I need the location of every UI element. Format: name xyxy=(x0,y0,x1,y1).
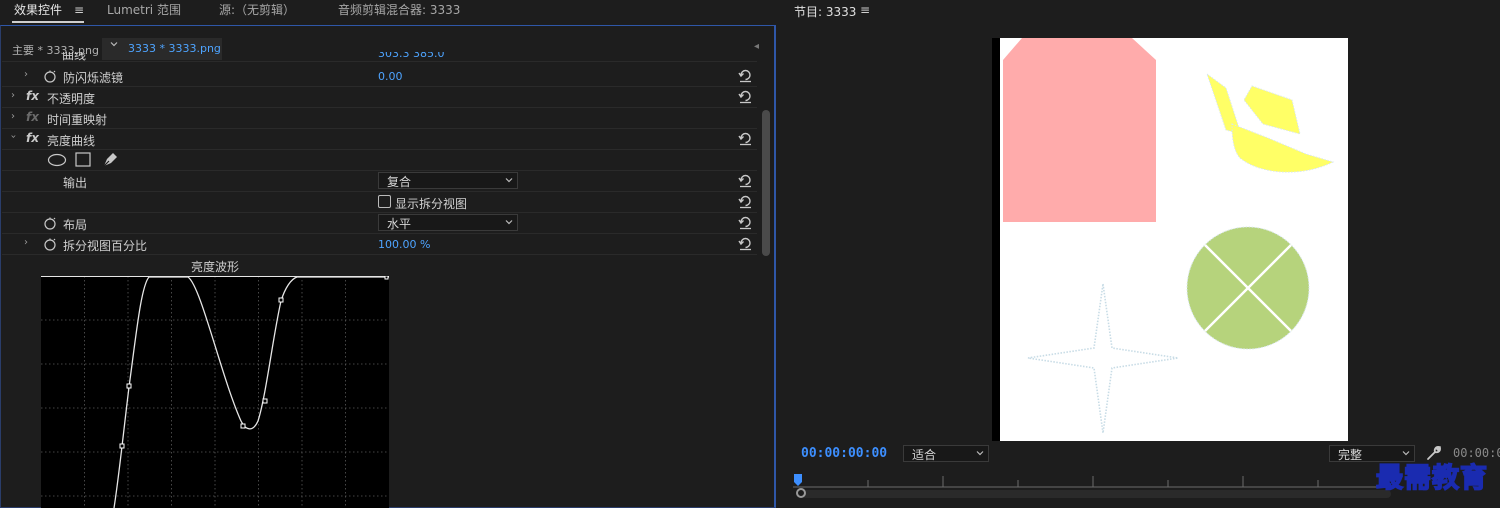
checkbox-label: 显示拆分视图 xyxy=(395,197,468,211)
yellow-leaf-shape xyxy=(1206,72,1335,173)
graph-grid xyxy=(41,276,389,508)
stopwatch-icon[interactable] xyxy=(43,69,57,83)
curve-point[interactable] xyxy=(119,443,125,449)
reset-icon[interactable] xyxy=(738,194,753,209)
layout-dropdown[interactable]: 水平 xyxy=(378,214,518,231)
expand-arrow-icon[interactable]: › xyxy=(24,69,28,80)
chevron-down-icon xyxy=(505,178,513,183)
curve-graph[interactable] xyxy=(41,275,389,508)
effect-row-luma-curve: › fx 亮度曲线 xyxy=(2,129,757,150)
curve-point[interactable] xyxy=(262,398,268,404)
luma-waveform-graph[interactable] xyxy=(41,275,389,508)
expand-arrow-icon[interactable]: › xyxy=(11,90,15,101)
program-video-frame[interactable] xyxy=(992,38,1348,441)
property-label: 布局 xyxy=(63,218,88,232)
reset-icon[interactable] xyxy=(738,68,753,83)
output-dropdown[interactable]: 复合 xyxy=(378,172,518,189)
fx-badge-icon: fx xyxy=(26,110,39,124)
pink-shape xyxy=(1003,38,1156,222)
luma-curve-line[interactable] xyxy=(113,276,389,508)
effect-label: 亮度曲线 xyxy=(47,134,96,148)
active-tab-underline xyxy=(12,21,84,23)
chevron-down-icon xyxy=(505,220,513,225)
output-value: 复合 xyxy=(387,175,412,189)
chevron-down-icon xyxy=(110,40,118,51)
green-circle-shape xyxy=(1186,226,1310,350)
program-monitor-title[interactable]: 节目: 3333 xyxy=(794,3,856,20)
program-monitor-panel: 节目: 3333 ≡ 00:00:00:00 适合 完整 00:00:0 最需教… xyxy=(778,0,1500,508)
panel-menu-icon[interactable]: ≡ xyxy=(860,3,870,17)
fx-badge-icon[interactable]: fx xyxy=(26,131,39,145)
property-label: 防闪烁滤镜 xyxy=(63,71,124,85)
zoom-level-dropdown[interactable]: 适合 xyxy=(903,445,989,462)
scrub-handle[interactable] xyxy=(796,488,806,498)
time-ruler[interactable] xyxy=(793,470,1393,488)
effect-controls-panel: 效果控件 ≡ Lumetri 范围 源:（无剪辑） 音频剪辑混合器: 3333 … xyxy=(0,0,776,508)
reset-icon[interactable] xyxy=(738,131,753,146)
collapse-arrow-icon[interactable]: › xyxy=(8,135,19,139)
effect-row-opacity: › fx 不透明度 xyxy=(2,87,757,108)
reset-icon[interactable] xyxy=(738,173,753,188)
scrub-bar[interactable] xyxy=(801,490,1391,498)
reset-icon[interactable] xyxy=(738,89,753,104)
split-view-checkbox[interactable] xyxy=(378,195,391,208)
layout-value: 水平 xyxy=(387,217,412,231)
playhead-icon[interactable] xyxy=(793,474,803,486)
flicker-value[interactable]: 0.00 xyxy=(378,70,403,83)
split-percent-value[interactable]: 100.00 % xyxy=(378,238,430,251)
property-row-layout: 布局 水平 xyxy=(2,213,757,234)
panel-menu-icon[interactable]: ≡ xyxy=(74,3,84,17)
playback-resolution-value: 完整 xyxy=(1338,448,1363,462)
curve-point[interactable] xyxy=(126,383,132,389)
waveform-title: 亮度波形 xyxy=(190,260,239,274)
watermark-logo: 最需教育 xyxy=(1375,462,1488,495)
ellipse-icon[interactable] xyxy=(47,153,67,167)
star-outline-shape xyxy=(1027,283,1179,434)
curve-point[interactable] xyxy=(278,297,284,303)
property-value[interactable]: 303.3 385.0 xyxy=(378,52,444,60)
property-label: 输出 xyxy=(63,176,88,190)
expand-arrow-icon[interactable]: › xyxy=(11,111,15,122)
tab-lumetri-scopes[interactable]: Lumetri 范围 xyxy=(107,2,181,20)
property-row-output: 输出 复合 xyxy=(2,171,757,192)
curve-point[interactable] xyxy=(240,423,246,429)
tab-effect-controls[interactable]: 效果控件 xyxy=(14,2,62,20)
property-label: 曲线 xyxy=(62,52,87,62)
effect-row-time-remapping: › fx 时间重映射 xyxy=(2,108,757,129)
curve-point[interactable] xyxy=(384,275,389,280)
property-label: 拆分视图百分比 xyxy=(63,239,148,253)
reset-icon[interactable] xyxy=(738,215,753,230)
stopwatch-icon[interactable] xyxy=(43,216,57,230)
timeline-toggle-icon[interactable]: ◂ xyxy=(754,41,759,52)
reset-icon[interactable] xyxy=(738,236,753,251)
stopwatch-icon[interactable] xyxy=(43,237,57,251)
effect-label: 时间重映射 xyxy=(47,113,108,127)
property-row-curves: 曲线 303.3 385.0 xyxy=(2,52,757,62)
current-timecode[interactable]: 00:00:00:00 xyxy=(801,446,887,461)
tab-source[interactable]: 源:（无剪辑） xyxy=(219,2,295,20)
scrollbar-thumb[interactable] xyxy=(762,110,770,256)
tab-audio-clip-mixer[interactable]: 音频剪辑混合器: 3333 xyxy=(338,2,460,20)
fx-badge-icon[interactable]: fx xyxy=(26,89,39,103)
zoom-level-value: 适合 xyxy=(912,448,937,462)
rectangle-icon[interactable] xyxy=(75,152,91,167)
property-row-flicker-filter: › 防闪烁滤镜 0.00 xyxy=(2,66,757,87)
property-row-split-percent: › 拆分视图百分比 100.00 % xyxy=(2,234,757,255)
mask-tools-row xyxy=(2,150,757,171)
chevron-down-icon xyxy=(976,451,984,456)
effect-label: 不透明度 xyxy=(47,92,96,106)
video-canvas xyxy=(1000,38,1348,441)
panel-tab-bar: 效果控件 ≡ Lumetri 范围 源:（无剪辑） 音频剪辑混合器: 3333 xyxy=(0,0,776,24)
property-row-split-view: 显示拆分视图 xyxy=(2,192,757,213)
pen-icon[interactable] xyxy=(101,151,119,168)
expand-arrow-icon[interactable]: › xyxy=(24,237,28,248)
